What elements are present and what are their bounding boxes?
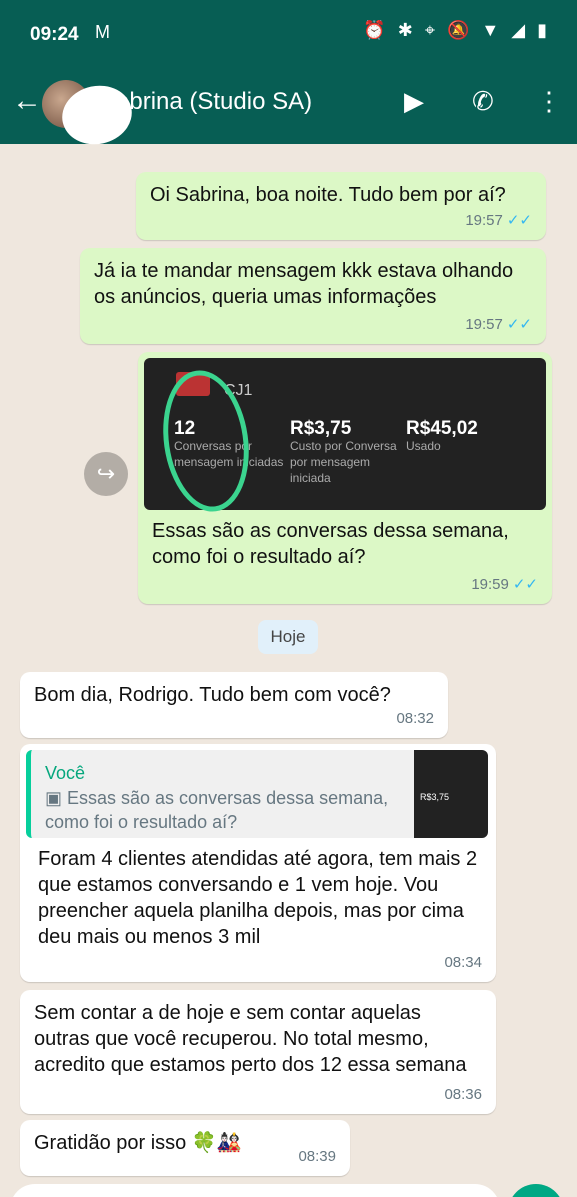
message-outgoing[interactable]: Já ia te mandar mensagem kkk estava olha… xyxy=(80,248,546,344)
message-meta: 19:57 ✓✓ xyxy=(465,312,532,338)
message-outgoing[interactable]: Oi Sabrina, boa noite. Tudo bem por aí? … xyxy=(136,172,546,240)
contact-name[interactable]: Sabrina (Studio SA) xyxy=(100,88,312,116)
status-icons: ⏰ ✱ ⌖ 🔕 ▼ ◢ ▮ xyxy=(363,20,547,41)
message-incoming[interactable]: Gratidão por isso 🍀🎎 08:39 xyxy=(20,1120,350,1176)
alarm-icon: ⏰ xyxy=(363,20,386,40)
chat-area[interactable]: Oi Sabrina, boa noite. Tudo bem por aí? … xyxy=(0,144,577,1197)
message-text: Sem contar a de hoje e sem contar aquela… xyxy=(34,1002,467,1076)
message-time: 08:36 xyxy=(444,1086,482,1103)
stat-label: Usado xyxy=(406,439,441,453)
message-input[interactable] xyxy=(10,1184,500,1197)
quoted-message[interactable]: Você ▣ Essas são as conversas dessa sema… xyxy=(26,750,488,838)
read-ticks-icon: ✓✓ xyxy=(506,212,532,229)
read-ticks-icon: ✓✓ xyxy=(506,316,532,333)
message-time: 19:59 xyxy=(471,576,509,593)
message-text: Foram 4 clientes atendidas até agora, te… xyxy=(38,848,478,948)
mute-icon: 🔕 xyxy=(447,20,470,40)
message-meta: 19:57 ✓✓ xyxy=(465,208,532,234)
message-incoming[interactable]: Sem contar a de hoje e sem contar aquela… xyxy=(20,990,496,1114)
more-options-icon[interactable]: ⋮ xyxy=(536,86,562,117)
phone-screen: 09:24 M ⏰ ✱ ⌖ 🔕 ▼ ◢ ▮ ← Sabrina (Studio … xyxy=(0,0,577,1197)
day-divider: Hoje xyxy=(258,620,318,654)
signal-icon: ◢ xyxy=(511,20,526,40)
battery-icon: ▮ xyxy=(537,20,547,40)
message-text: Essas são as conversas dessa semana, com… xyxy=(152,520,509,568)
ads-result-image[interactable]: CJ1 12 Conversas por mensagem iniciadas … xyxy=(144,358,546,518)
forward-icon[interactable]: ↪ xyxy=(84,452,128,496)
read-ticks-icon: ✓✓ xyxy=(512,576,538,593)
message-meta: 19:59 ✓✓ xyxy=(471,572,538,598)
chat-header: ← Sabrina (Studio SA) ▶ ✆ ⋮ xyxy=(0,68,577,151)
quote-thumbnail: R$3,75 xyxy=(414,750,488,838)
message-time: 08:39 xyxy=(298,1148,336,1165)
message-incoming[interactable]: Bom dia, Rodrigo. Tudo bem com você? 08:… xyxy=(20,672,448,738)
status-bar: 09:24 M ⏰ ✱ ⌖ 🔕 ▼ ◢ ▮ xyxy=(0,0,577,68)
message-text: Oi Sabrina, boa noite. Tudo bem por aí? xyxy=(150,184,506,206)
quote-author: Você xyxy=(45,763,86,783)
message-text: Bom dia, Rodrigo. Tudo bem com você? xyxy=(34,684,391,706)
gmail-icon: M xyxy=(95,22,110,42)
back-arrow-icon[interactable]: ← xyxy=(12,86,42,116)
video-call-icon[interactable]: ▶ xyxy=(404,86,424,117)
voice-call-icon[interactable]: ✆ xyxy=(472,86,494,117)
wifi-icon: ▼ xyxy=(481,20,500,40)
message-text: Já ia te mandar mensagem kkk estava olha… xyxy=(94,260,514,308)
message-time: 19:57 xyxy=(465,212,503,229)
status-time: 09:24 xyxy=(30,24,79,45)
location-icon: ⌖ xyxy=(424,20,435,40)
message-text: Gratidão por isso 🍀🎎 xyxy=(34,1132,242,1154)
message-time: 08:32 xyxy=(396,710,434,727)
message-incoming-reply[interactable]: Você ▣ Essas são as conversas dessa sema… xyxy=(20,744,496,982)
message-outgoing-image[interactable]: CJ1 12 Conversas por mensagem iniciadas … xyxy=(138,352,552,604)
bluetooth-icon: ✱ xyxy=(397,20,413,40)
message-time: 19:57 xyxy=(465,316,503,333)
stat-label: Custo por Conversa por mensagem iniciada xyxy=(290,439,397,485)
message-time: 08:34 xyxy=(444,954,482,971)
quote-text: ▣ Essas são as conversas dessa semana, c… xyxy=(45,788,389,832)
